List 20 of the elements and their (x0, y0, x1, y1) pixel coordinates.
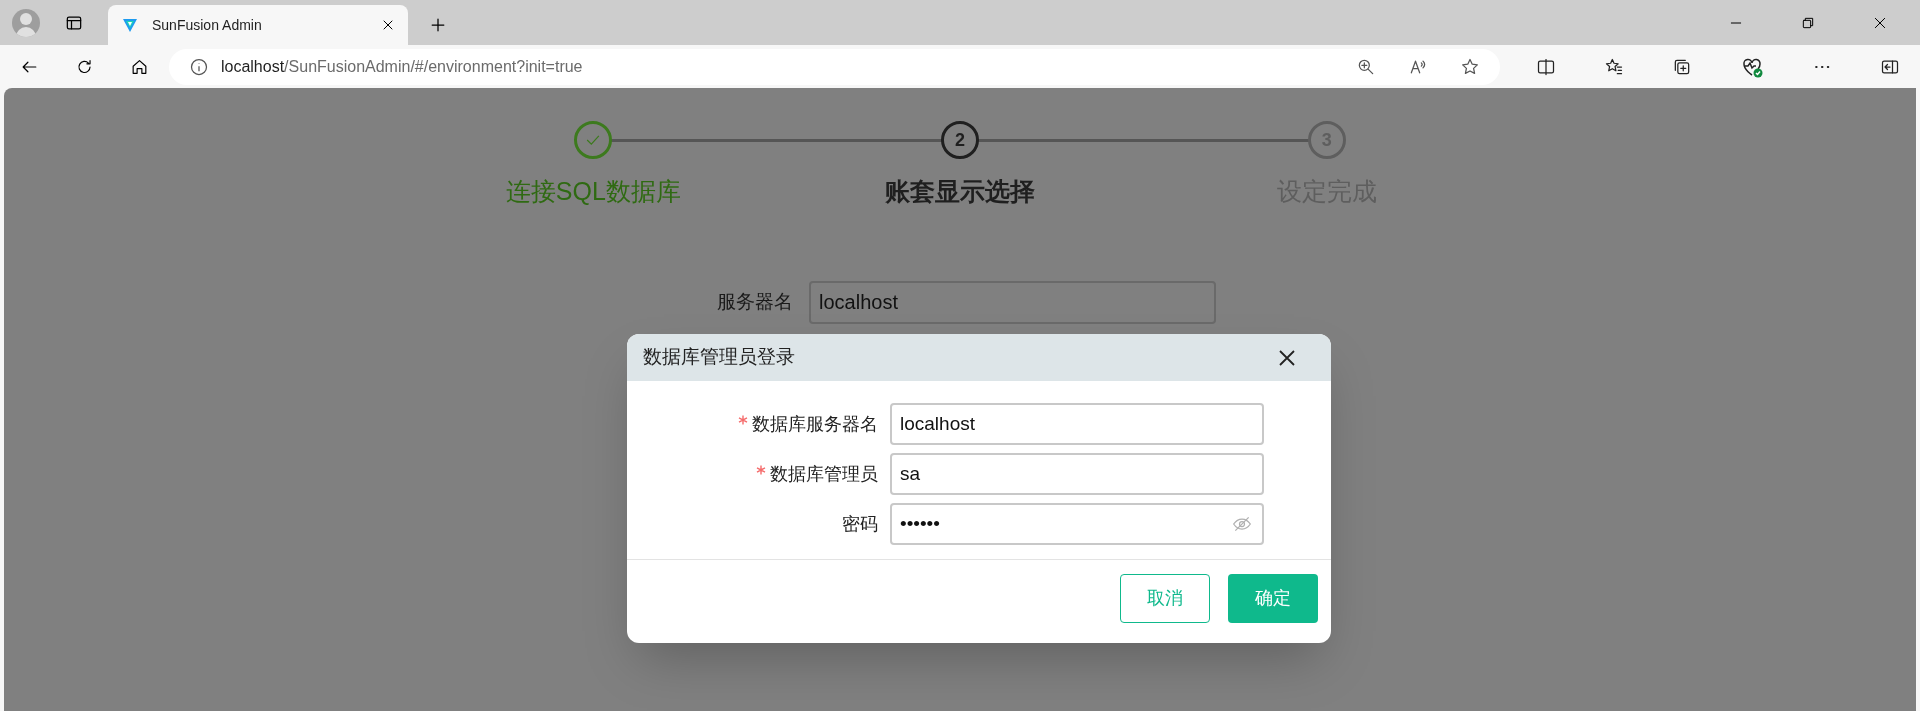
star-icon[interactable] (1460, 56, 1480, 77)
input-field[interactable]: sa (890, 453, 1264, 495)
field-label: 数据库管理员 (770, 462, 878, 486)
step-label: 账套显示选择 (885, 176, 1035, 207)
favorites-icon[interactable] (1604, 56, 1624, 77)
field-label: 数据库服务器名 (752, 412, 878, 436)
address-bar[interactable]: localhost/SunFusionAdmin/#/environment?init=true (168, 48, 1500, 85)
split-screen-icon[interactable] (1536, 56, 1556, 77)
info-icon[interactable] (188, 56, 209, 77)
input-field[interactable]: localhost (890, 403, 1264, 445)
field-label: 密码 (842, 512, 878, 536)
step-number: 2 (941, 121, 979, 159)
url-text: localhost/SunFusionAdmin/#/environment?init=true (220, 56, 583, 77)
dialog-title: 数据库管理员登录 (643, 345, 796, 370)
password-field[interactable]: •••••• (890, 503, 1264, 545)
tab-title: SunFusion Admin (152, 15, 263, 35)
field-label: 服务器名 (717, 289, 793, 314)
browser-tab[interactable]: SunFusion Admin (108, 5, 408, 45)
server-name-field[interactable]: localhost (809, 280, 1216, 324)
step-label: 连接SQL数据库 (505, 176, 681, 207)
